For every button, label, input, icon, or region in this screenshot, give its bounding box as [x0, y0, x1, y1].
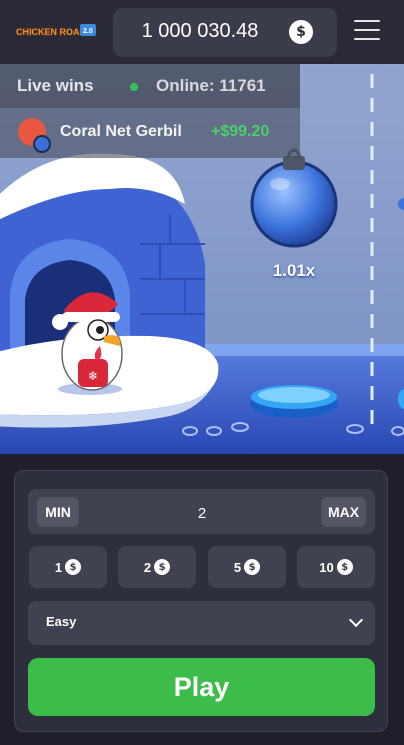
chicken-road-logo: CHICKEN ROAD 2.0 — [16, 24, 96, 37]
live-wins-bar: Live wins Online: 11761 — [0, 64, 300, 108]
balance-display: 1 000 030.48 $ — [113, 8, 337, 57]
top-bar: CHICKEN ROAD 2.0 1 000 030.48 $ — [0, 0, 404, 64]
quick-bet-button[interactable]: 2 $ — [118, 546, 196, 588]
online-status-dot-icon — [130, 83, 138, 91]
quick-bet-button[interactable]: 10 $ — [297, 546, 375, 588]
dollar-coin-icon: $ — [154, 559, 171, 575]
svg-text:CHICKEN ROAD: CHICKEN ROAD — [16, 27, 87, 37]
dollar-coin-icon: $ — [289, 20, 313, 44]
live-wins-label: Live wins — [17, 76, 94, 95]
quick-bet-label: 1 — [54, 559, 63, 575]
svg-text:2.0: 2.0 — [83, 28, 93, 35]
dollar-coin-icon: $ — [244, 559, 261, 575]
dollar-coin-icon: $ — [336, 559, 353, 575]
multiplier-value: 1.01x — [272, 261, 316, 280]
winner-name: Coral Net Gerbil — [60, 123, 182, 140]
dollar-coin-icon: $ — [65, 559, 82, 575]
quick-bet-label: 2 — [143, 559, 152, 575]
chevron-down-icon — [348, 612, 364, 628]
hamburger-line-icon — [354, 20, 380, 22]
quick-bet-button[interactable]: 1 $ — [29, 546, 107, 588]
quick-bet-label: 5 — [233, 559, 242, 575]
max-bet-button[interactable]: MAX — [321, 497, 366, 527]
quick-bet-label: 10 — [319, 559, 334, 575]
svg-text:❄: ❄ — [88, 369, 98, 383]
online-count: Online: 11761 — [156, 76, 266, 95]
difficulty-value: Easy — [46, 614, 77, 629]
min-bet-button[interactable]: MIN — [37, 497, 79, 527]
balance-value: 1 000 030.48 — [141, 20, 259, 42]
menu-button[interactable] — [354, 18, 382, 44]
quick-bet-button[interactable]: 5 $ — [208, 546, 286, 588]
hamburger-line-icon — [354, 38, 380, 40]
winner-amount: +$99.20 — [211, 123, 270, 140]
hamburger-line-icon — [354, 29, 380, 31]
play-button[interactable]: Play — [28, 658, 375, 716]
difficulty-select[interactable]: Easy — [28, 601, 375, 645]
globe-badge-icon — [33, 135, 51, 153]
bet-amount-input[interactable] — [90, 497, 314, 529]
